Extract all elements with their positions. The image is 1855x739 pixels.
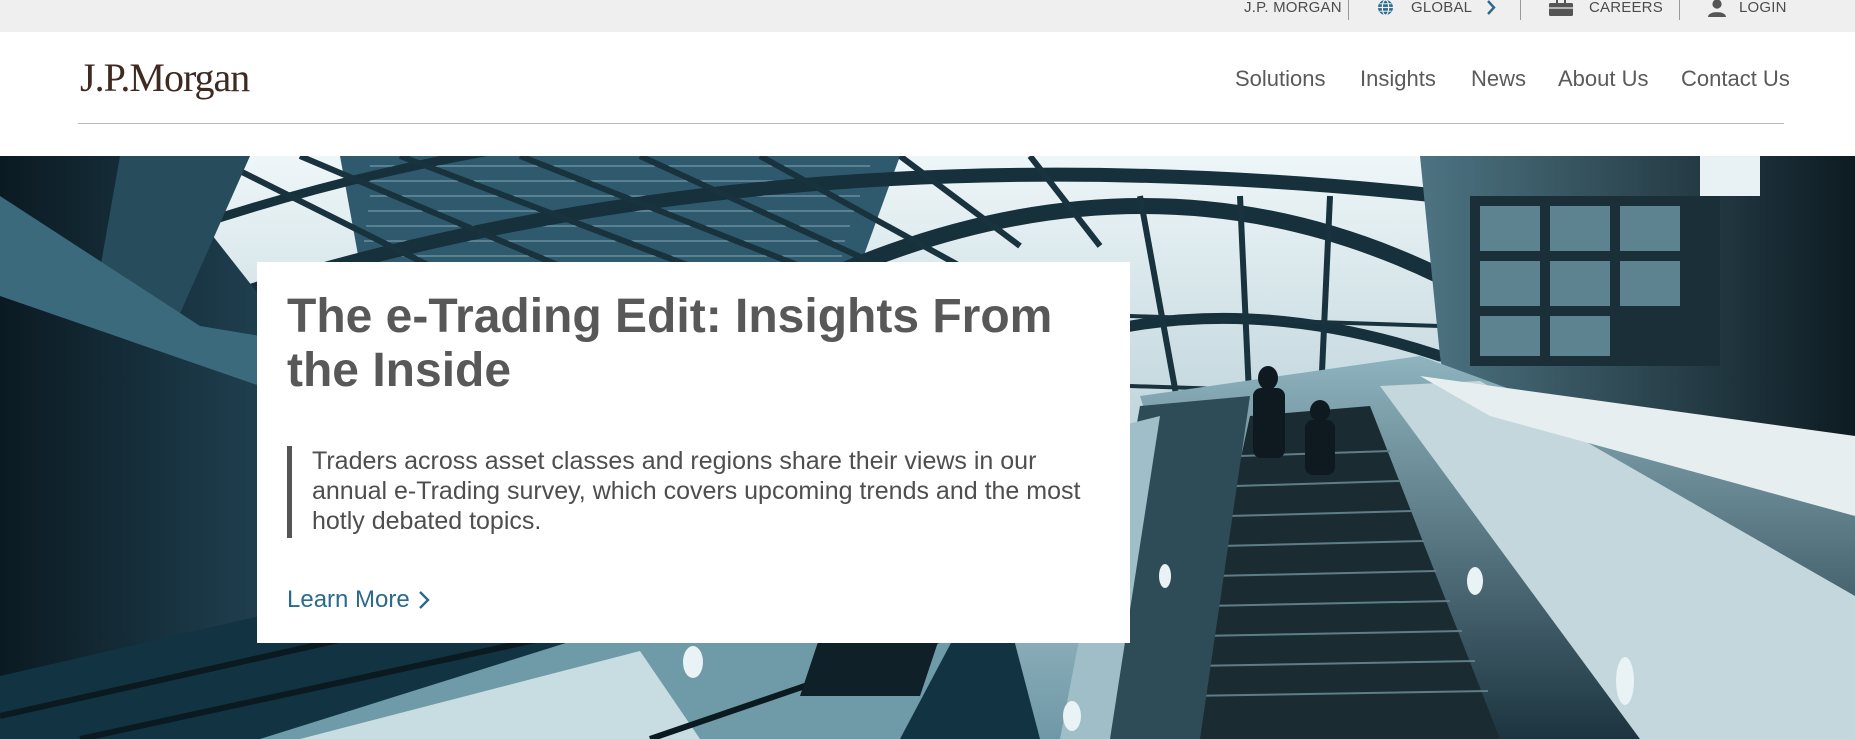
hero-description: Traders across asset classes and regions… (312, 447, 1081, 535)
utility-divider (1520, 0, 1521, 20)
nav-item-solutions[interactable]: Solutions (1235, 66, 1326, 92)
learn-more-link[interactable]: Learn More (287, 586, 430, 614)
hero-description-block: Traders across asset classes and regions… (287, 446, 1092, 538)
utility-divider (1679, 0, 1680, 20)
hero-title: The e-Trading Edit: Insights From the In… (287, 290, 1053, 397)
nav-item-about-us[interactable]: About Us (1558, 66, 1649, 92)
utility-divider (1348, 0, 1349, 20)
user-icon (1707, 0, 1727, 22)
hero-banner: The e-Trading Edit: Insights From the In… (0, 156, 1855, 739)
jpmorgan-link[interactable]: J.P. MORGAN (1244, 0, 1342, 16)
careers-link[interactable]: CAREERS (1589, 0, 1663, 16)
hero-card: The e-Trading Edit: Insights From the In… (257, 262, 1130, 643)
briefcase-icon (1549, 0, 1573, 22)
chevron-right-icon (410, 586, 430, 613)
global-selector[interactable]: GLOBAL (1411, 0, 1472, 16)
utility-bar: J.P. MORGAN GLOBAL CAREERS LOGIN (0, 0, 1855, 32)
nav-item-news[interactable]: News (1471, 66, 1526, 92)
globe-icon (1377, 0, 1394, 21)
login-link[interactable]: LOGIN (1739, 0, 1787, 16)
jpmorgan-logo[interactable]: J.P.Morgan (80, 54, 250, 101)
chevron-right-icon[interactable] (1486, 0, 1496, 21)
learn-more-label: Learn More (287, 586, 410, 613)
header-divider (78, 123, 1784, 124)
nav-item-contact-us[interactable]: Contact Us (1681, 66, 1790, 92)
nav-item-insights[interactable]: Insights (1360, 66, 1436, 92)
